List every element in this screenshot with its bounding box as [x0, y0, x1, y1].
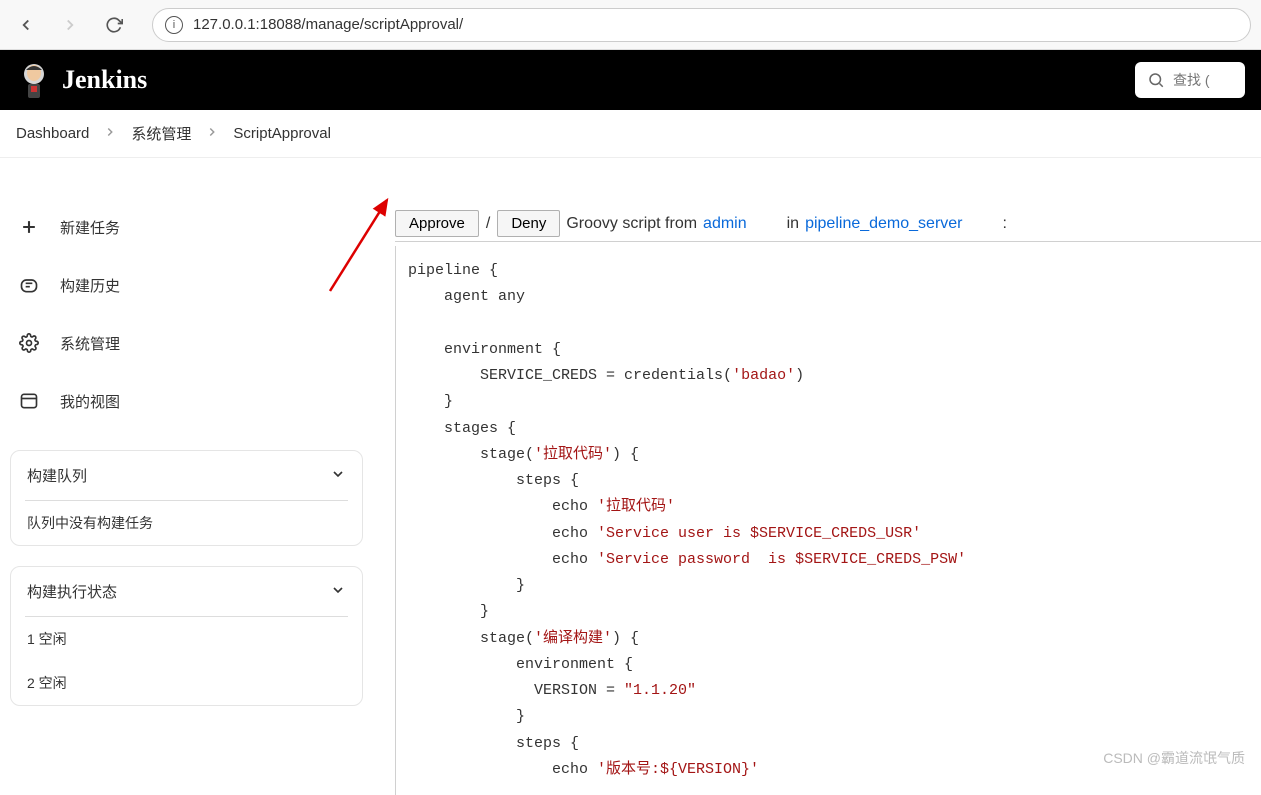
- plus-icon: [18, 216, 40, 238]
- search-icon: [1147, 71, 1165, 89]
- gear-icon: [18, 332, 40, 354]
- section-title: 构建队列: [27, 465, 87, 486]
- chevron-down-icon: [330, 582, 346, 602]
- reload-button[interactable]: [98, 9, 130, 41]
- breadcrumb-item-manage[interactable]: 系统管理: [121, 115, 201, 152]
- jenkins-brand[interactable]: Jenkins: [16, 60, 147, 100]
- executor-section: 构建执行状态 1 空闲 2 空闲: [10, 566, 363, 706]
- address-bar[interactable]: i 127.0.0.1:18088/manage/scriptApproval/: [152, 8, 1251, 42]
- url-text: 127.0.0.1:18088/manage/scriptApproval/: [193, 16, 463, 33]
- in-text: in: [787, 215, 799, 233]
- approval-row: Approve / Deny Groovy script from admin …: [395, 210, 1261, 242]
- forward-button[interactable]: [54, 9, 86, 41]
- sidebar-item-label: 系统管理: [60, 333, 120, 354]
- executor-header[interactable]: 构建执行状态: [25, 567, 348, 617]
- chevron-right-icon: [205, 125, 219, 142]
- browser-chrome: i 127.0.0.1:18088/manage/scriptApproval/: [0, 0, 1261, 50]
- sidebar-item-label: 构建历史: [60, 275, 120, 296]
- window-icon: [18, 390, 40, 412]
- job-link[interactable]: pipeline_demo_server: [805, 215, 962, 233]
- user-link[interactable]: admin: [703, 215, 747, 233]
- chevron-right-icon: [103, 125, 117, 142]
- script-code-block: pipeline { agent any environment { SERVI…: [395, 246, 1261, 795]
- breadcrumb-item-dashboard[interactable]: Dashboard: [6, 117, 99, 150]
- deny-button[interactable]: Deny: [497, 210, 560, 237]
- queue-empty-text: 队列中没有构建任务: [25, 501, 348, 545]
- sidebar-item-myview[interactable]: 我的视图: [8, 372, 373, 430]
- build-queue-header[interactable]: 构建队列: [25, 451, 348, 501]
- sidebar-item-label: 新建任务: [60, 217, 120, 238]
- chevron-down-icon: [330, 466, 346, 486]
- colon-text: :: [1003, 215, 1007, 233]
- separator-slash: /: [485, 215, 491, 233]
- build-queue-section: 构建队列 队列中没有构建任务: [10, 450, 363, 546]
- section-title: 构建执行状态: [27, 581, 117, 602]
- content-area: Approve / Deny Groovy script from admin …: [395, 158, 1261, 795]
- jenkins-header: Jenkins: [0, 50, 1261, 110]
- search-input[interactable]: [1173, 72, 1233, 88]
- sidebar-item-label: 我的视图: [60, 391, 120, 412]
- breadcrumb: Dashboard 系统管理 ScriptApproval: [0, 110, 1261, 158]
- sidebar: 新建任务 构建历史 系统管理 我的视图 构建队列 队列中没有构建任务: [0, 158, 395, 795]
- sidebar-item-history[interactable]: 构建历史: [8, 256, 373, 314]
- executor-row: 2 空闲: [25, 661, 348, 705]
- jenkins-logo-icon: [16, 60, 52, 100]
- history-icon: [18, 274, 40, 296]
- executor-row: 1 空闲: [25, 617, 348, 661]
- info-icon: i: [165, 16, 183, 34]
- back-button[interactable]: [10, 9, 42, 41]
- breadcrumb-item-scriptapproval[interactable]: ScriptApproval: [223, 117, 341, 150]
- watermark: CSDN @霸道流氓气质: [1103, 748, 1245, 768]
- approve-button[interactable]: Approve: [395, 210, 479, 237]
- jenkins-title: Jenkins: [62, 65, 147, 95]
- sidebar-item-manage[interactable]: 系统管理: [8, 314, 373, 372]
- script-from-text: Groovy script from: [566, 215, 697, 233]
- search-box[interactable]: [1135, 62, 1245, 98]
- sidebar-item-new[interactable]: 新建任务: [8, 198, 373, 256]
